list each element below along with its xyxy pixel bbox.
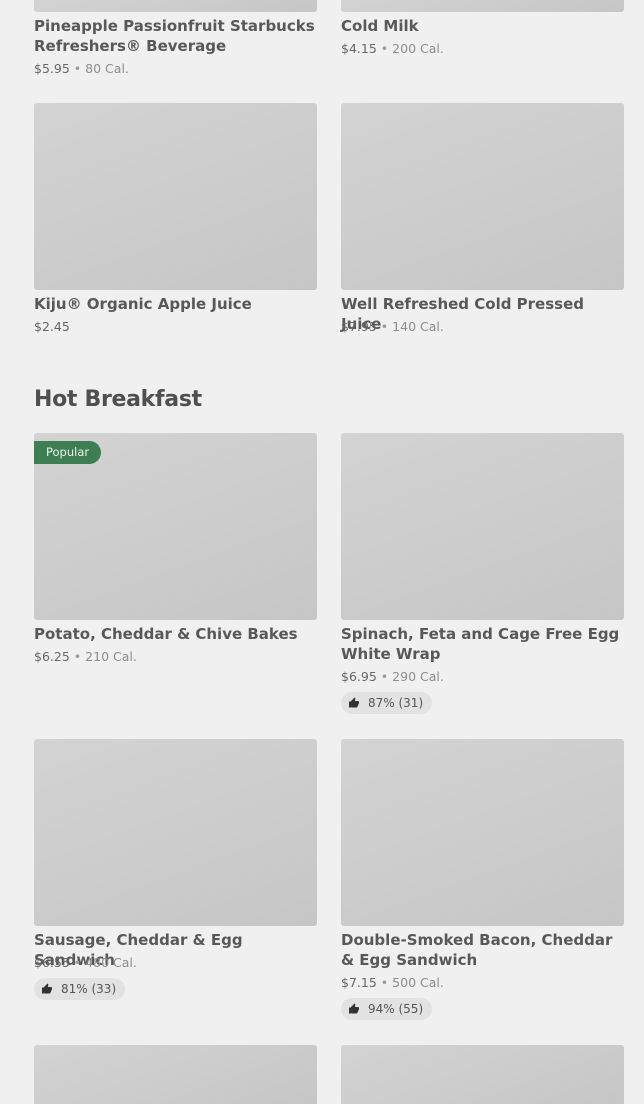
item-calories: 210 Cal. [85, 649, 137, 664]
item-image[interactable] [341, 433, 624, 620]
item-price: $7.15 [341, 975, 377, 990]
item-calories: 290 Cal. [392, 669, 444, 684]
item-image[interactable] [341, 0, 624, 12]
separator-dot: • [380, 975, 389, 990]
item-meta: $7.15 • 500 Cal. [341, 975, 444, 991]
item-calories: 500 Cal. [392, 975, 444, 990]
rating-pill: 94% (55) [341, 998, 433, 1020]
section-title: Hot Breakfast [34, 387, 202, 412]
menu-item-card[interactable]: Popular Potato, Cheddar & Chive Bakes $6… [34, 433, 317, 673]
item-price: $7.95 [341, 319, 377, 334]
item-meta: $5.95 • 80 Cal. [34, 61, 129, 77]
item-price: $6.95 [341, 669, 377, 684]
separator-dot: • [73, 649, 82, 664]
item-price: $2.45 [34, 319, 70, 334]
item-meta: $4.15 • 200 Cal. [341, 41, 444, 57]
menu-item-card[interactable]: Double-Smoked Bacon, Cheddar & Egg Sandw… [341, 739, 624, 1029]
item-name: Cold Milk [341, 17, 419, 35]
rating-text: 87% (31) [368, 696, 424, 710]
item-name: Potato, Cheddar & Chive Bakes [34, 625, 298, 643]
item-image[interactable] [34, 103, 317, 290]
item-image[interactable] [34, 0, 317, 12]
item-meta: $6.55 • 480 Cal. [34, 955, 137, 971]
item-image[interactable] [341, 739, 624, 926]
separator-dot: • [73, 955, 82, 970]
item-price: $6.25 [34, 649, 70, 664]
item-calories: 140 Cal. [392, 319, 444, 334]
menu-item-card[interactable]: Well Refreshed Cold Pressed Juice $7.95 •… [341, 103, 624, 343]
item-image[interactable] [341, 103, 624, 290]
menu-item-card[interactable]: Cold Milk $4.15 • 200 Cal. [341, 0, 624, 60]
item-image[interactable] [34, 1045, 317, 1104]
item-price: $4.15 [341, 41, 377, 56]
menu-item-card[interactable] [341, 1045, 624, 1104]
item-price: $6.55 [34, 955, 70, 970]
item-name: Pineapple Passionfruit Starbucks Refresh… [34, 17, 315, 55]
item-meta: $7.95 • 140 Cal. [341, 319, 444, 335]
item-calories: 80 Cal. [85, 61, 129, 76]
item-meta: $6.25 • 210 Cal. [34, 649, 137, 665]
separator-dot: • [380, 319, 389, 334]
rating-pill: 81% (33) [34, 978, 126, 1000]
item-image[interactable] [341, 1045, 624, 1104]
item-meta: $2.45 [34, 319, 70, 335]
thumbs-up-icon [349, 1003, 359, 1014]
item-name: Kiju® Organic Apple Juice [34, 295, 252, 313]
item-meta: $6.95 • 290 Cal. [341, 669, 444, 685]
menu-item-card[interactable]: Spinach, Feta and Cage Free Egg White Wr… [341, 433, 624, 723]
item-calories: 200 Cal. [392, 41, 444, 56]
separator-dot: • [380, 669, 389, 684]
item-price: $5.95 [34, 61, 70, 76]
item-name: Double-Smoked Bacon, Cheddar & Egg Sandw… [341, 931, 613, 969]
popular-badge: Popular [34, 441, 102, 464]
menu-item-card[interactable]: Kiju® Organic Apple Juice $2.45 [34, 103, 317, 343]
item-name: Spinach, Feta and Cage Free Egg White Wr… [341, 625, 620, 663]
menu-item-card[interactable]: Pineapple Passionfruit Starbucks Refresh… [34, 0, 317, 80]
rating-text: 94% (55) [368, 1002, 424, 1016]
menu-item-card[interactable] [34, 1045, 317, 1104]
rating-text: 81% (33) [61, 982, 117, 996]
thumbs-up-icon [349, 697, 359, 708]
rating-pill: 87% (31) [341, 692, 433, 714]
item-image[interactable] [34, 739, 317, 926]
separator-dot: • [380, 41, 389, 56]
item-calories: 480 Cal. [85, 955, 137, 970]
thumbs-up-icon [42, 983, 52, 994]
separator-dot: • [73, 61, 82, 76]
menu-item-card[interactable]: Sausage, Cheddar & Egg Sandwich $6.55 • 48… [34, 739, 317, 1009]
